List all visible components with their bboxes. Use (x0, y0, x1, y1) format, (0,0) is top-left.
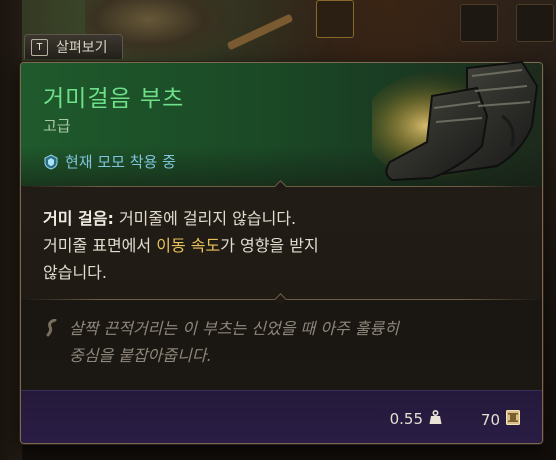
equipment-slot[interactable] (460, 4, 498, 42)
equipped-icon (43, 153, 59, 170)
weight-value: 0.55 (389, 410, 423, 428)
flavor-text: 살짝 끈적거리는 이 부츠는 신었을 때 아주 훌륭히 중심을 붙잡아줍니다. (69, 315, 499, 369)
inspect-hint[interactable]: T 살펴보기 (24, 34, 123, 59)
item-rarity: 고급 (43, 117, 71, 135)
item-art-boots (362, 56, 552, 196)
ability-name: 거미 걸음: (43, 209, 114, 228)
equipment-slot[interactable] (316, 0, 354, 38)
flavor-divider (21, 293, 542, 306)
description-text: 가 영향을 받지 (220, 236, 319, 255)
flavor-line: 중심을 붙잡아줍니다. (69, 346, 212, 365)
tooltip-footer: 0.55 70 (21, 390, 542, 443)
item-weight: 0.55 (390, 409, 442, 429)
price-value: 70 (480, 410, 500, 429)
description-text: 않습니다. (43, 263, 107, 282)
ability-text: 거미줄에 걸리지 않습니다. (113, 209, 297, 228)
equipped-status: 현재 모모 착용 중 (43, 151, 176, 172)
gold-coin-icon (506, 410, 520, 429)
inspect-label: 살펴보기 (56, 40, 108, 56)
keyword-movement-speed[interactable]: 이동 속도 (156, 236, 220, 255)
inventory-edge (0, 0, 22, 460)
game-scene: T 살펴보기 거미걸음 부츠 고급 현재 모모 착용 중 거미 걸음: 거미줄에… (0, 0, 556, 460)
item-price: 70 (481, 410, 520, 429)
keybind-t: T (31, 38, 48, 56)
equipped-status-text: 현재 모모 착용 중 (65, 153, 176, 171)
weight-icon (429, 409, 442, 429)
quote-icon (45, 318, 59, 337)
equipment-slot[interactable] (516, 4, 554, 42)
item-description: 거미 걸음: 거미줄에 걸리지 않습니다. 거미줄 표면에서 이동 속도가 영향… (43, 205, 423, 286)
item-name: 거미걸음 부츠 (43, 86, 185, 112)
description-text: 거미줄 표면에서 (43, 236, 157, 255)
flavor-line: 살짝 끈적거리는 이 부츠는 신었을 때 아주 훌륭히 (69, 319, 400, 338)
